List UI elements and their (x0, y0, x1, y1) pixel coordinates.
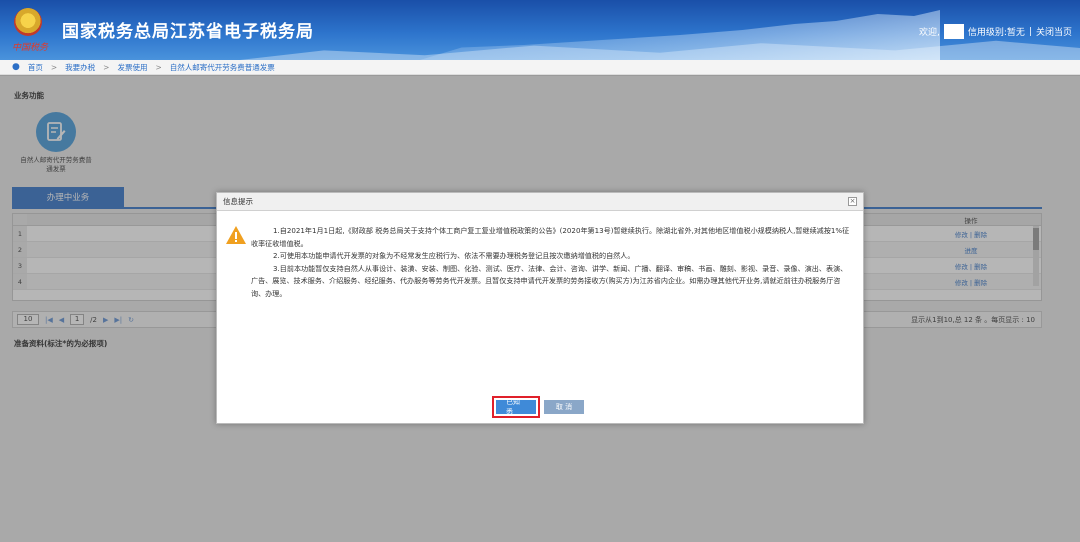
breadcrumb-sep: > (50, 62, 58, 72)
site-title: 国家税务总局江苏省电子税务局 (62, 22, 314, 42)
warning-icon (226, 226, 246, 244)
breadcrumb-tax[interactable]: 我要办税 (65, 62, 95, 73)
username-field (943, 24, 964, 39)
dialog-body: 1.自2021年1月1日起,《财政部 税务总局关于支持个体工商户复工复业增值税政… (217, 211, 863, 300)
breadcrumb-home[interactable]: 首页 (28, 62, 43, 73)
location-pin-icon: ● (12, 62, 20, 72)
header-separator: | (1028, 26, 1032, 37)
breadcrumb-current[interactable]: 自然人邮寄代开劳务费普通发票 (170, 62, 275, 73)
dialog-title: 信息提示 (223, 197, 253, 206)
breadcrumb-sep: > (155, 62, 162, 72)
info-dialog: 信息提示 × 1.自2021年1月1日起,《财政部 税务总局关于支持个体工商户复… (216, 192, 864, 424)
emblem-caption: 中国税务 (12, 43, 49, 53)
site-header: 中国税务 国家税务总局江苏省电子税务局 欢迎, 信用级别:暂无 | 关闭当页 (0, 0, 1080, 60)
breadcrumb-sep: > (103, 62, 110, 72)
dialog-header: 信息提示 × (217, 193, 863, 211)
breadcrumb-invoice[interactable]: 发票使用 (117, 62, 147, 73)
credit-level: 信用级别:暂无 (967, 28, 1025, 38)
tax-emblem-icon (14, 8, 42, 36)
welcome-text: 欢迎, (919, 28, 940, 38)
dialog-buttons: 已知悉 取 消 (217, 396, 863, 418)
notice-paragraph-3: 3.目前本功能暂仅支持自然人从事设计、装潢、安装、制图、化验、测试、医疗、法律、… (251, 263, 848, 298)
notice-paragraph-1: 1.自2021年1月1日起,《财政部 税务总局关于支持个体工商户复工复业增值税政… (251, 226, 850, 248)
notice-paragraph-2: 2.可使用本功能申请代开发票的对象为不经常发生应税行为、依法不需要办理税务登记且… (273, 251, 635, 260)
breadcrumb: ● 首页 > 我要办税 > 发票使用 > 自然人邮寄代开劳务费普通发票 (0, 60, 1080, 75)
user-area: 欢迎, 信用级别:暂无 | 关闭当页 (919, 24, 1072, 39)
great-wall-decoration (420, 10, 940, 60)
cancel-button[interactable]: 取 消 (544, 400, 584, 414)
close-icon[interactable]: × (848, 197, 857, 206)
acknowledge-button[interactable]: 已知悉 (492, 396, 540, 418)
close-page-link[interactable]: 关闭当页 (1036, 25, 1072, 38)
